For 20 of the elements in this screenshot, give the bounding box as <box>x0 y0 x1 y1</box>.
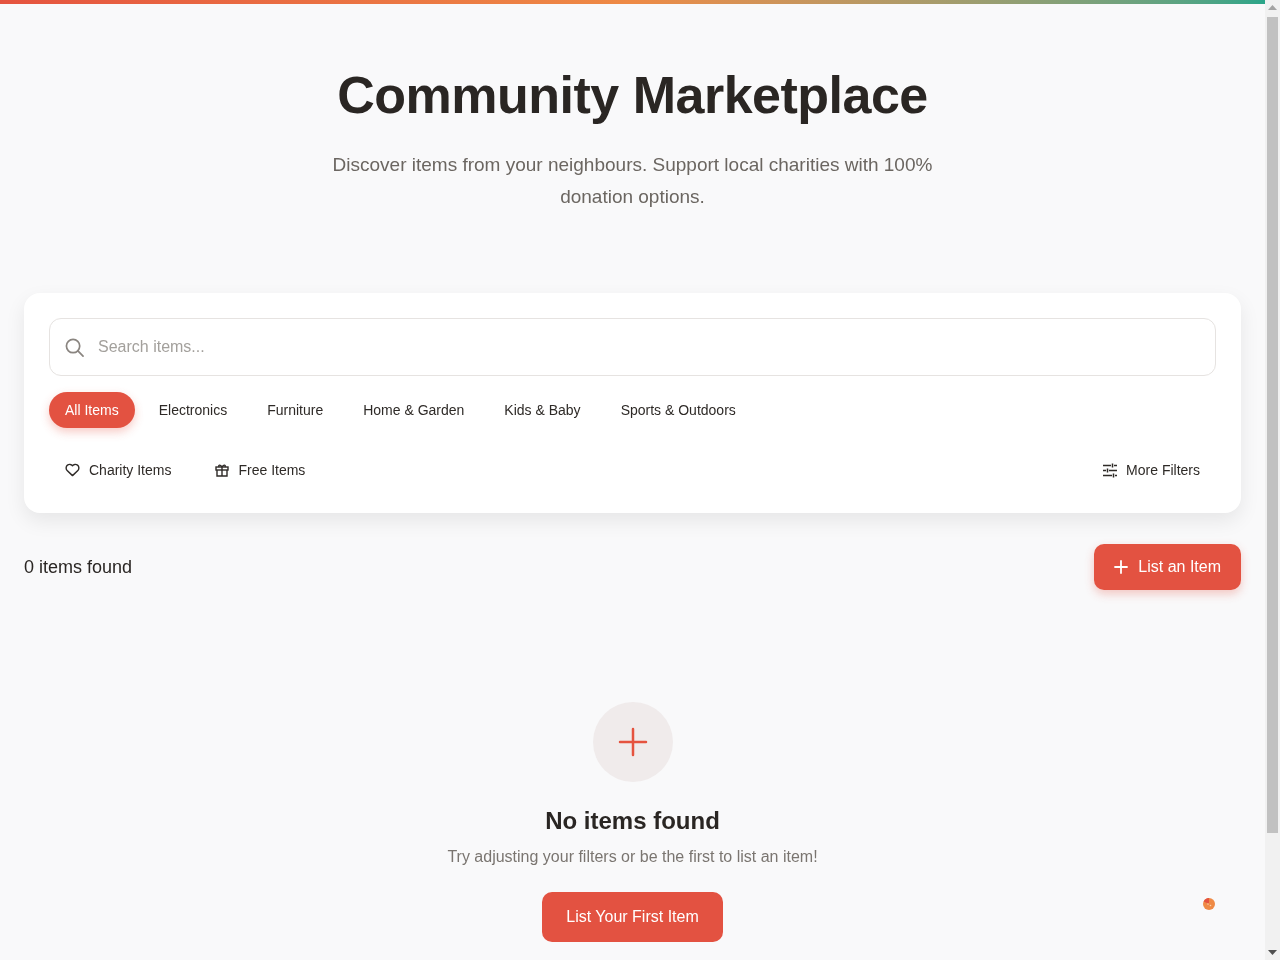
category-tab[interactable]: All Items <box>49 392 135 428</box>
results-count: 0 items found <box>24 555 133 579</box>
gift-icon <box>215 463 230 477</box>
page-title: Community Marketplace <box>337 65 928 126</box>
list-first-item-button[interactable]: List Your First Item <box>542 892 723 942</box>
plus-icon <box>592 702 673 782</box>
empty-state-title: No items found <box>545 806 720 836</box>
search-icon <box>65 338 84 357</box>
scroll-up-icon[interactable] <box>1268 5 1277 10</box>
scrollbar[interactable] <box>1265 0 1280 960</box>
list-item-button[interactable]: List an Item <box>1094 544 1241 590</box>
page-subtitle: Discover items from your neighbours. Support local charities with 100% donation options. <box>331 153 934 209</box>
heart-icon <box>65 463 80 477</box>
sliders-icon <box>1102 462 1119 478</box>
empty-state-message: Try adjusting your filters or be the first to list an item! <box>447 847 818 867</box>
dot-icon[interactable] <box>1203 898 1215 910</box>
scroll-down-icon[interactable] <box>1268 950 1277 955</box>
search-field[interactable]: Search items... <box>49 318 1216 376</box>
plus-icon <box>1114 560 1129 574</box>
scrollbar-thumb[interactable] <box>1267 17 1278 833</box>
